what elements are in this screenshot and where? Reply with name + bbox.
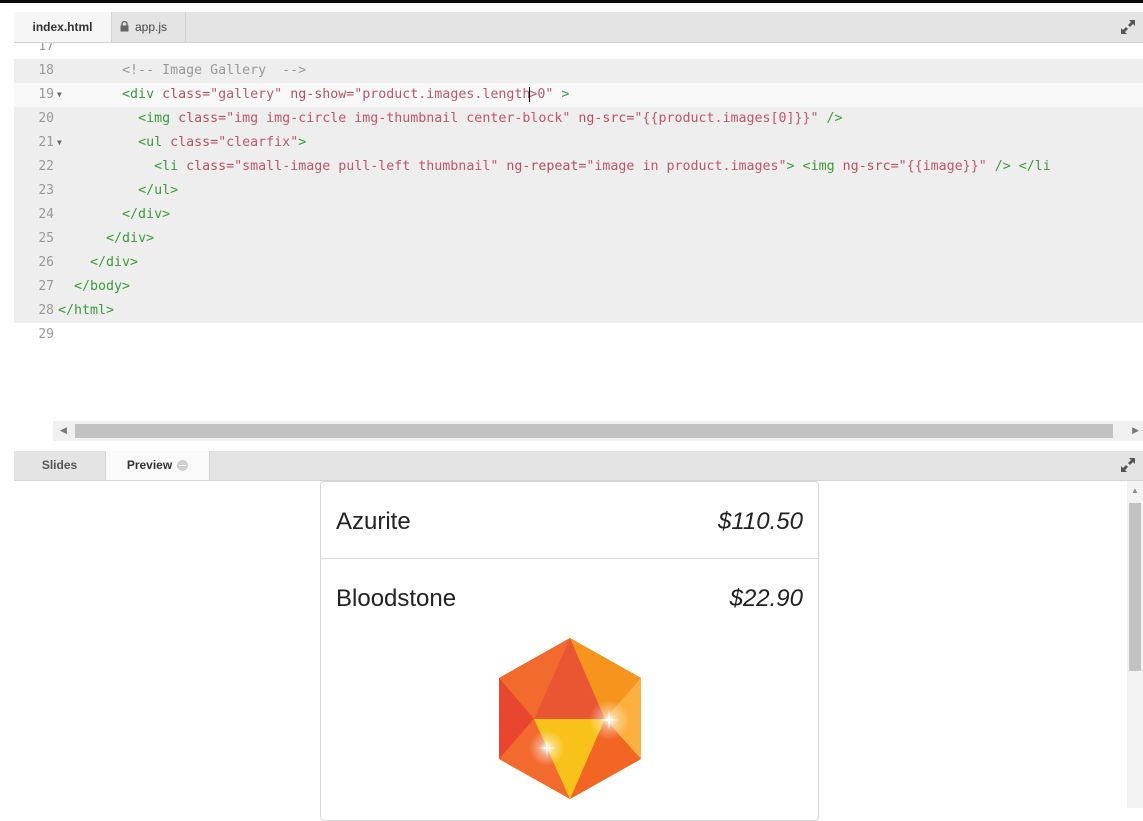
line-number: 24 bbox=[38, 207, 54, 222]
code-token: <img bbox=[138, 111, 171, 126]
minimize-icon[interactable] bbox=[177, 460, 189, 472]
code-line: 21 ▼ <ul class="clearfix"> bbox=[14, 131, 1143, 155]
code-token: ng-src= bbox=[570, 111, 635, 126]
scrollbar-thumb[interactable] bbox=[1129, 503, 1141, 671]
left-margin bbox=[0, 3, 14, 808]
line-number: 20 bbox=[38, 111, 54, 126]
code-line: 22 <li class="small-image pull-left thum… bbox=[14, 155, 1143, 179]
gem-image bbox=[497, 638, 643, 800]
code-token: >0" bbox=[529, 87, 554, 102]
lock-icon bbox=[120, 13, 129, 43]
product-item[interactable]: Azurite $110.50 bbox=[321, 482, 818, 558]
code-line: 29 bbox=[14, 323, 1143, 347]
line-number: 29 bbox=[38, 327, 54, 342]
code-line: 20 <img class="img img-circle img-thumbn… bbox=[14, 107, 1143, 131]
code-comment: <!-- Image Gallery --> bbox=[122, 63, 307, 78]
expand-icon[interactable] bbox=[1119, 456, 1137, 474]
code-token: /> </li bbox=[986, 159, 1051, 174]
code-token: ng-show= bbox=[282, 87, 355, 102]
code-token: ng-repeat= bbox=[498, 159, 587, 174]
tab-label: Slides bbox=[41, 458, 78, 472]
scroll-right-arrow-icon[interactable]: ▶ bbox=[1132, 425, 1139, 436]
code-token: "product.images.length bbox=[354, 87, 531, 102]
tab-slides[interactable]: Slides bbox=[14, 451, 106, 480]
preview-pane: Slides Preview Azurite $110.50 Bloodston… bbox=[14, 451, 1143, 821]
code-token: <li bbox=[154, 159, 179, 174]
product-name: Bloodstone bbox=[336, 585, 457, 612]
code-line: 23 </ul> bbox=[14, 179, 1143, 203]
code-area[interactable]: 17 18 <!-- Image Gallery --> 19 ▼ <div c… bbox=[14, 43, 1143, 423]
code-line: 26 </div> bbox=[14, 251, 1143, 275]
line-number: 21 bbox=[38, 135, 54, 150]
code-token: class= bbox=[178, 159, 235, 174]
code-line: 25 </div> bbox=[14, 227, 1143, 251]
code-token: > <img bbox=[786, 159, 835, 174]
line-number: 23 bbox=[38, 183, 54, 198]
code-token: class= bbox=[162, 135, 219, 150]
code-line: 18 <!-- Image Gallery --> bbox=[14, 59, 1143, 83]
code-token: </div> bbox=[90, 255, 139, 270]
preview-tab-bar: Slides Preview bbox=[14, 451, 1143, 481]
code-token: class= bbox=[170, 111, 227, 126]
line-number: 27 bbox=[38, 279, 54, 294]
code-token: </html> bbox=[58, 303, 115, 318]
code-token: "small-image pull-left thumbnail" bbox=[234, 159, 499, 174]
code-token: "{{product.images[0]}}" bbox=[634, 111, 819, 126]
scroll-up-arrow-icon[interactable]: ▲ bbox=[1131, 486, 1139, 495]
code-line: 24 </div> bbox=[14, 203, 1143, 227]
code-token: "{{image}}" bbox=[898, 159, 987, 174]
line-number: 26 bbox=[38, 255, 54, 270]
tab-label: Preview bbox=[126, 458, 173, 472]
line-number: 28 bbox=[38, 303, 54, 318]
code-token: </div> bbox=[122, 207, 171, 222]
code-token: "gallery" bbox=[210, 87, 283, 102]
code-line: 17 bbox=[14, 43, 1143, 59]
code-token: class= bbox=[154, 87, 211, 102]
product-item[interactable]: Bloodstone $22.90 bbox=[321, 559, 818, 635]
expand-icon[interactable] bbox=[1119, 18, 1137, 36]
code-line: 27 </body> bbox=[14, 275, 1143, 299]
scroll-left-arrow-icon[interactable]: ◀ bbox=[60, 425, 67, 436]
code-token: </body> bbox=[74, 279, 131, 294]
product-list-card: Azurite $110.50 Bloodstone $22.90 bbox=[320, 481, 819, 821]
line-number: 22 bbox=[38, 159, 54, 174]
line-number: 18 bbox=[38, 63, 54, 78]
editor-tab-bar: index.html app.js bbox=[14, 12, 1143, 43]
tab-index-html[interactable]: index.html bbox=[14, 12, 112, 42]
code-token: "clearfix" bbox=[218, 135, 299, 150]
code-token: > bbox=[298, 135, 307, 150]
tab-app-js[interactable]: app.js bbox=[112, 12, 186, 42]
code-token: <ul bbox=[138, 135, 163, 150]
code-token: /> bbox=[818, 111, 843, 126]
code-line: 28 </html> bbox=[14, 299, 1143, 323]
horizontal-scrollbar[interactable]: ◀ ▶ bbox=[53, 421, 1143, 441]
vertical-scrollbar[interactable]: ▲ bbox=[1127, 481, 1143, 808]
code-token: </div> bbox=[106, 231, 155, 246]
line-number: 19 bbox=[38, 87, 54, 102]
code-token: </ul> bbox=[138, 183, 179, 198]
code-editor-pane: index.html app.js 17 18 <!-- Image Galle… bbox=[14, 12, 1143, 442]
product-price: $22.90 bbox=[729, 585, 803, 612]
code-token: "img img-circle img-thumbnail center-blo… bbox=[226, 111, 571, 126]
line-number: 17 bbox=[38, 43, 54, 54]
window-top-border bbox=[0, 0, 1143, 3]
code-line-current: 19 ▼ <div class="gallery" ng-show="produ… bbox=[14, 83, 1143, 107]
product-name: Azurite bbox=[336, 508, 411, 535]
line-number: 25 bbox=[38, 231, 54, 246]
tab-label: app.js bbox=[135, 20, 168, 34]
tab-preview[interactable]: Preview bbox=[106, 451, 210, 480]
scrollbar-thumb[interactable] bbox=[75, 424, 1113, 438]
code-token: "image in product.images" bbox=[586, 159, 787, 174]
code-token: <div bbox=[122, 87, 155, 102]
product-price: $110.50 bbox=[718, 508, 803, 535]
tab-label: index.html bbox=[32, 20, 93, 34]
code-token: ng-src= bbox=[834, 159, 899, 174]
code-token: > bbox=[553, 87, 570, 102]
